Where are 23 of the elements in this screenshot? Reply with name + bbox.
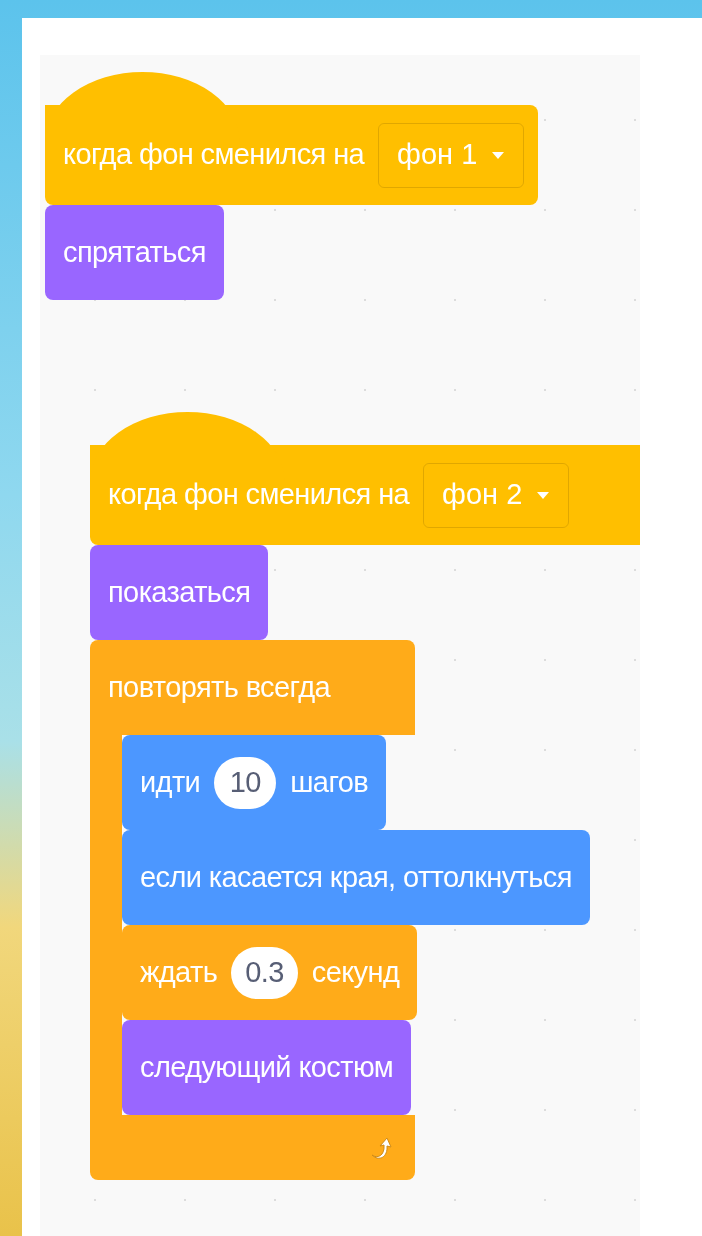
number-input[interactable]: 0.3 (231, 946, 298, 999)
block-label: повторять всегда (108, 669, 331, 705)
block-label: идти (140, 764, 201, 800)
caret-icon (491, 150, 506, 160)
block-label: когда фон сменился на (108, 477, 410, 513)
code-block[interactable]: спрятаться (45, 205, 224, 300)
block-label: следующий костюм (140, 1049, 394, 1085)
block-label: шагов (290, 764, 369, 800)
forever-block[interactable]: повторять всегда (90, 640, 415, 735)
loop-arrow-icon (369, 1135, 393, 1160)
block-label: секунд (311, 954, 400, 990)
block-label: если касается края, оттолкнуться (140, 859, 572, 895)
block-label: показаться (108, 574, 251, 610)
code-block[interactable]: следующий костюм (122, 1020, 412, 1115)
code-block[interactable]: если касается края, оттолкнуться (122, 830, 590, 925)
number-input[interactable]: 10 (214, 756, 277, 809)
code-block[interactable]: идти 10 шагов (122, 735, 387, 830)
caret-icon (536, 490, 551, 500)
block-label: когда фон сменился на (63, 137, 365, 173)
code-block[interactable]: показаться (90, 545, 269, 640)
code-block[interactable]: ждать 0.3 секунд (122, 925, 418, 1020)
block-label: ждать (140, 954, 218, 990)
block-label: спрятаться (63, 234, 206, 270)
